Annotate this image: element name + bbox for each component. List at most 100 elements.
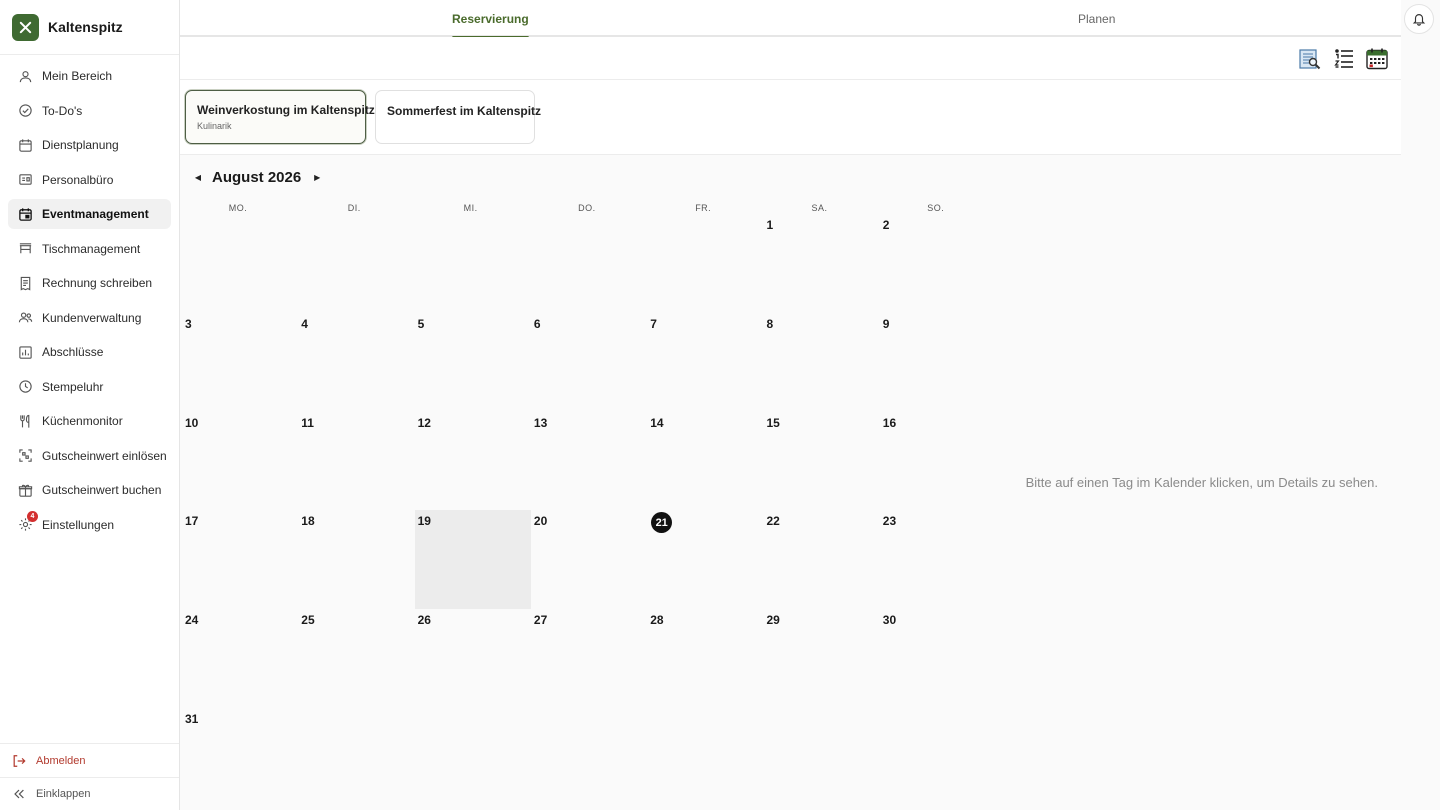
day-number: 12 bbox=[417, 415, 431, 430]
calendar-day[interactable]: 21 bbox=[647, 510, 763, 609]
day-number: 11 bbox=[301, 415, 314, 430]
calendar-day[interactable]: 18 bbox=[298, 510, 414, 609]
sidebar-item-rechnung-schreiben[interactable]: Rechnung schreiben bbox=[8, 268, 171, 298]
sidebar-item-label: Gutscheinwert buchen bbox=[42, 483, 162, 497]
sidebar-item-gutscheinwert-buchen[interactable]: Gutscheinwert buchen bbox=[8, 475, 171, 505]
sidebar-item-dienstplanung[interactable]: Dienstplanung bbox=[8, 130, 171, 160]
tab-reservierung[interactable]: Reservierung bbox=[452, 0, 529, 39]
calendar-day[interactable]: 29 bbox=[764, 609, 880, 708]
list-view-icon[interactable] bbox=[1332, 47, 1356, 71]
bell-icon bbox=[1412, 14, 1426, 26]
sidebar-footer: Abmelden Einklappen bbox=[0, 743, 179, 810]
bar-chart-icon bbox=[18, 345, 33, 360]
calendar-day[interactable]: 2 bbox=[880, 214, 996, 313]
clock-icon bbox=[18, 379, 33, 394]
day-number: 13 bbox=[533, 415, 548, 430]
weekday-header: MI. bbox=[463, 203, 478, 213]
calendar-day[interactable]: 31 bbox=[182, 708, 298, 807]
sidebar-item-personalbuero[interactable]: Personalbüro bbox=[8, 165, 171, 195]
sidebar-item-label: Rechnung schreiben bbox=[42, 276, 153, 290]
sidebar-item-label: To-Do's bbox=[42, 103, 83, 118]
sidebar-item-label: Mein Bereich bbox=[42, 69, 113, 83]
calendar-day[interactable]: 25 bbox=[298, 609, 414, 708]
calendar-day[interactable]: 24 bbox=[182, 609, 298, 708]
sidebar-item-eventmanagement[interactable]: Eventmanagement bbox=[8, 199, 171, 229]
calendar-day[interactable]: 5 bbox=[415, 313, 531, 412]
logout-label: Abmelden bbox=[36, 754, 86, 767]
event-card[interactable]: Weinverkostung im Kaltenspitz Kulinarik bbox=[185, 90, 375, 144]
prev-month-button[interactable]: ◀ bbox=[190, 169, 206, 185]
sidebar-item-label: Küchenmonitor bbox=[42, 414, 123, 428]
sidebar-item-abschluesse[interactable]: Abschlüsse bbox=[8, 337, 171, 367]
calendar-day[interactable]: 15 bbox=[764, 412, 880, 511]
calendar-day[interactable]: 3 bbox=[182, 313, 298, 412]
day-number: 27 bbox=[533, 613, 548, 628]
gift-icon bbox=[18, 483, 33, 498]
notifications-button[interactable] bbox=[1404, 4, 1434, 34]
calendar-day[interactable]: 4 bbox=[298, 313, 414, 412]
event-category: Kulinarik bbox=[197, 121, 232, 131]
calendar-day[interactable]: 20 bbox=[531, 510, 647, 609]
day-number: 8 bbox=[766, 316, 774, 331]
weekday-header: DI. bbox=[347, 203, 361, 213]
chevrons-left-icon bbox=[12, 787, 26, 801]
view-toolbar bbox=[180, 37, 1401, 80]
sidebar-item-tischmanagement[interactable]: Tischmanagement bbox=[8, 234, 171, 264]
logout-button[interactable]: Abmelden bbox=[0, 743, 179, 777]
calendar-day[interactable]: 28 bbox=[647, 609, 763, 708]
sidebar-item-todos[interactable]: To-Do's bbox=[8, 96, 171, 126]
calendar-day[interactable]: 7 bbox=[647, 313, 763, 412]
month-calendar: ◀ August 2026 ▶ Bitte auf einen Tag im K… bbox=[180, 155, 1401, 810]
weekday-header: FR. bbox=[695, 203, 712, 213]
users-icon bbox=[18, 310, 33, 325]
day-number: 5 bbox=[417, 316, 425, 331]
sidebar-item-einstellungen[interactable]: 4 Einstellungen bbox=[8, 510, 171, 540]
calendar-day[interactable]: 19 bbox=[414, 510, 531, 610]
sidebar-item-label: Kundenverwaltung bbox=[42, 310, 142, 325]
calendar-view-icon[interactable] bbox=[1365, 47, 1389, 71]
calendar-day[interactable]: 9 bbox=[880, 313, 996, 412]
logout-icon bbox=[12, 754, 26, 768]
day-number: 19 bbox=[417, 514, 431, 529]
calendar-day[interactable]: 26 bbox=[415, 609, 531, 708]
calendar-day[interactable]: 30 bbox=[880, 609, 996, 708]
calendar-day[interactable]: 6 bbox=[531, 313, 647, 412]
calendar-day[interactable]: 14 bbox=[647, 412, 763, 511]
sidebar-item-mein-bereich[interactable]: Mein Bereich bbox=[8, 61, 171, 91]
cutlery-logo-icon bbox=[12, 13, 39, 41]
tab-planen[interactable]: Planen bbox=[1078, 0, 1115, 37]
calendar-day[interactable]: 23 bbox=[880, 510, 996, 609]
calendar-day[interactable]: 12 bbox=[415, 412, 531, 511]
collapse-button[interactable]: Einklappen bbox=[0, 777, 179, 810]
sidebar-item-stempeluhr[interactable]: Stempeluhr bbox=[8, 372, 171, 402]
day-number: 23 bbox=[882, 514, 897, 529]
calendar-day[interactable]: 22 bbox=[764, 510, 880, 609]
event-card[interactable]: Sommerfest im Kaltenspitz bbox=[375, 90, 541, 144]
day-number: 15 bbox=[766, 415, 780, 430]
calendar-day[interactable]: 8 bbox=[764, 313, 880, 412]
calendar-day[interactable]: 17 bbox=[182, 510, 298, 609]
day-number: 20 bbox=[533, 514, 548, 529]
calendar-day[interactable]: 11 bbox=[298, 412, 414, 511]
day-number: 10 bbox=[185, 415, 199, 430]
brand[interactable]: Kaltenspitz bbox=[0, 0, 179, 55]
calendar-header: ◀ August 2026 ▶ bbox=[190, 167, 325, 187]
calendar-day[interactable]: 1 bbox=[764, 214, 880, 313]
calendar-day[interactable]: 10 bbox=[182, 412, 298, 511]
day-number: 30 bbox=[882, 613, 897, 628]
event-selector: Weinverkostung im Kaltenspitz Kulinarik … bbox=[180, 80, 1401, 155]
day-number: 4 bbox=[301, 316, 308, 331]
sidebar-item-kundenverwaltung[interactable]: Kundenverwaltung bbox=[8, 303, 171, 333]
sidebar-item-kuechenmonitor[interactable]: Küchenmonitor bbox=[8, 406, 171, 436]
calendar-day[interactable]: 27 bbox=[531, 609, 647, 708]
calendar-day[interactable]: 16 bbox=[880, 412, 996, 511]
day-number: 7 bbox=[650, 316, 657, 331]
search-document-icon[interactable] bbox=[1298, 47, 1322, 71]
sidebar-item-gutscheinwert-einloesen[interactable]: Gutscheinwert einlösen bbox=[8, 441, 171, 471]
next-month-button[interactable]: ▶ bbox=[309, 169, 325, 185]
calendar-day[interactable]: 13 bbox=[531, 412, 647, 511]
day-number: 6 bbox=[533, 316, 541, 331]
day-number: 14 bbox=[650, 415, 664, 430]
sidebar-item-label: Abschlüsse bbox=[42, 345, 104, 359]
day-number: 25 bbox=[301, 613, 315, 628]
